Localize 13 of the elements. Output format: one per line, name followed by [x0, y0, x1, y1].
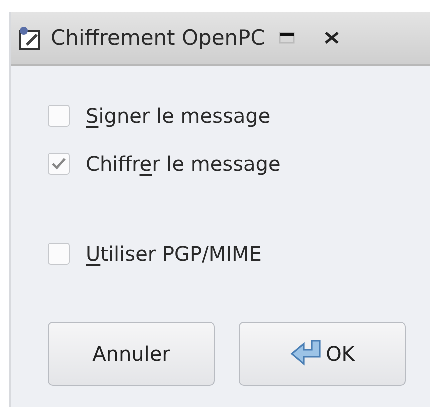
notepad-icon — [17, 25, 43, 51]
maximize-icon[interactable] — [279, 32, 296, 44]
checkbox[interactable] — [48, 105, 70, 127]
window-title: Chiffrement OpenPC — [51, 26, 266, 50]
checkbox[interactable] — [48, 153, 70, 175]
checkbox-label: Signer le message — [86, 104, 271, 128]
checkbox-label: Chiffrer le message — [86, 152, 281, 176]
checkbox-label: Utiliser PGP/MIME — [86, 242, 262, 266]
ok-button[interactable]: OK — [239, 322, 406, 386]
cancel-button[interactable]: Annuler — [48, 322, 215, 386]
checkmark-icon — [51, 157, 67, 171]
close-icon[interactable] — [325, 32, 340, 44]
checkbox[interactable] — [48, 243, 70, 265]
